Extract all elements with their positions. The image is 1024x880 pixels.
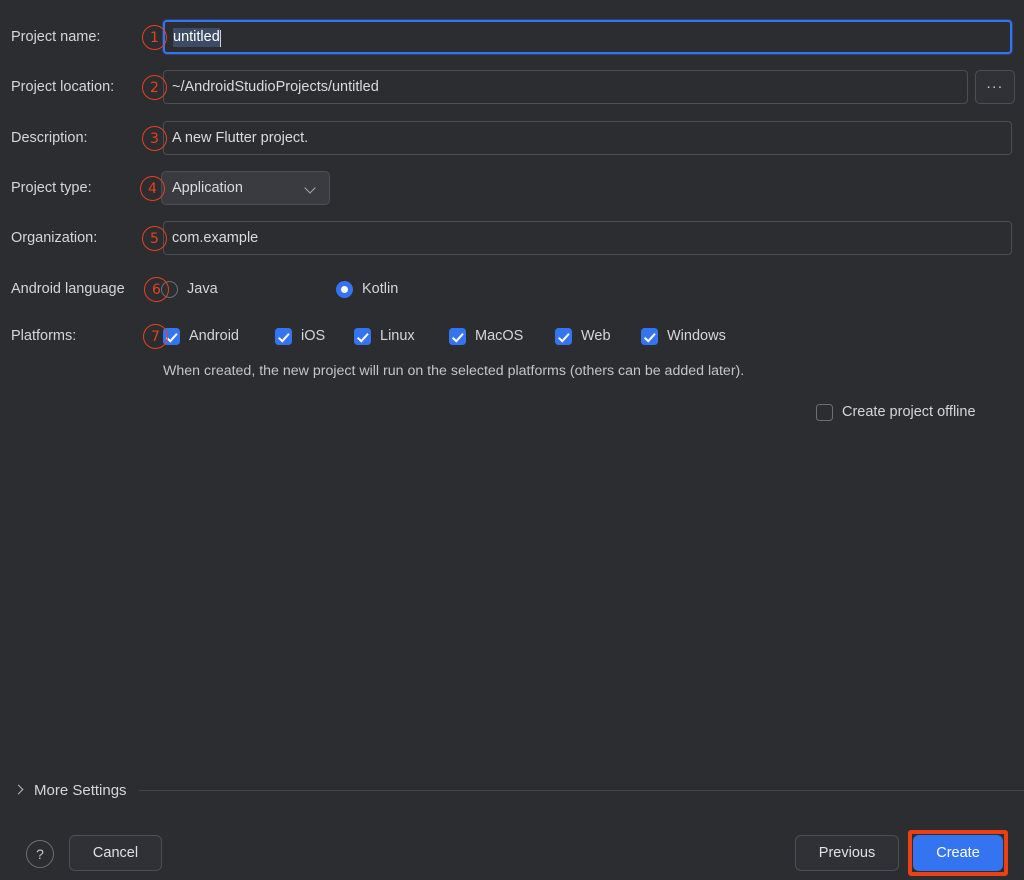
annotation-badge-5: 5 xyxy=(142,226,167,251)
annotation-badge-6: 6 xyxy=(144,277,169,302)
annotation-badge-7: 7 xyxy=(143,324,168,349)
checkbox-platform-web[interactable]: Web xyxy=(555,319,611,353)
checkbox-create-project-offline[interactable]: Create project offline xyxy=(816,395,976,429)
checkbox-label-linux: Linux xyxy=(380,328,415,344)
checkbox-platform-ios[interactable]: iOS xyxy=(275,319,325,353)
project-type-label: Project type: xyxy=(11,180,92,196)
platforms-label: Platforms: xyxy=(11,328,77,344)
platforms-helper-text: When created, the new project will run o… xyxy=(163,363,745,379)
text-caret xyxy=(219,29,221,47)
annotation-badge-3: 3 xyxy=(142,126,167,151)
ellipsis-icon: ... xyxy=(986,74,1004,92)
checkbox-label-android: Android xyxy=(189,328,239,344)
create-button[interactable]: Create xyxy=(913,835,1003,871)
project-name-value: untitled xyxy=(173,27,220,47)
organization-input[interactable]: com.example xyxy=(163,221,1012,255)
radio-label-java: Java xyxy=(187,281,218,297)
checkbox-platform-android[interactable]: Android xyxy=(163,319,239,353)
radio-label-kotlin: Kotlin xyxy=(362,281,399,297)
checkbox-platform-linux[interactable]: Linux xyxy=(354,319,415,353)
more-settings-label: More Settings xyxy=(34,781,127,799)
description-label: Description: xyxy=(11,130,88,146)
description-input[interactable]: A new Flutter project. xyxy=(163,121,1012,155)
previous-button[interactable]: Previous xyxy=(795,835,899,871)
organization-label: Organization: xyxy=(11,230,98,246)
checkbox-label-web: Web xyxy=(581,328,611,344)
checkbox-icon-linux xyxy=(354,327,371,345)
checkbox-platform-windows[interactable]: Windows xyxy=(641,319,726,353)
radio-icon-kotlin xyxy=(336,280,353,298)
annotation-badge-4: 4 xyxy=(140,176,165,201)
project-name-input[interactable]: untitled xyxy=(163,20,1012,54)
radio-option-java[interactable]: Java xyxy=(161,272,218,306)
checkbox-icon-macos xyxy=(449,327,466,345)
project-name-label: Project name: xyxy=(11,29,101,45)
annotation-badge-1: 1 xyxy=(142,25,167,50)
checkbox-icon-ios xyxy=(275,327,292,345)
chevron-right-icon xyxy=(14,785,24,795)
project-type-select[interactable]: Application xyxy=(161,171,330,205)
organization-value: com.example xyxy=(172,230,259,246)
help-button[interactable]: ? xyxy=(26,840,54,868)
checkbox-icon-windows xyxy=(641,327,658,345)
radio-option-kotlin[interactable]: Kotlin xyxy=(336,272,398,306)
checkbox-label-macos: MacOS xyxy=(475,328,524,344)
checkbox-icon-web xyxy=(555,327,572,345)
checkbox-platform-macos[interactable]: MacOS xyxy=(449,319,523,353)
checkbox-label-create-project-offline: Create project offline xyxy=(842,404,976,420)
project-type-value: Application xyxy=(172,180,243,196)
project-location-label: Project location: xyxy=(11,79,115,95)
description-value: A new Flutter project. xyxy=(172,130,309,146)
more-settings-section[interactable]: More Settings xyxy=(0,776,1024,804)
cancel-button[interactable]: Cancel xyxy=(69,835,162,871)
project-location-input[interactable]: ~/AndroidStudioProjects/untitled xyxy=(163,70,968,104)
checkbox-icon-create-project-offline xyxy=(816,403,833,421)
project-location-value: ~/AndroidStudioProjects/untitled xyxy=(172,79,379,95)
checkbox-label-ios: iOS xyxy=(301,328,326,344)
checkbox-label-windows: Windows xyxy=(667,328,726,344)
browse-location-button[interactable]: ... xyxy=(975,70,1015,104)
chevron-down-icon xyxy=(305,182,317,194)
android-language-label: Android language xyxy=(11,281,125,297)
annotation-badge-2: 2 xyxy=(142,75,167,100)
more-settings-divider xyxy=(138,789,1024,791)
